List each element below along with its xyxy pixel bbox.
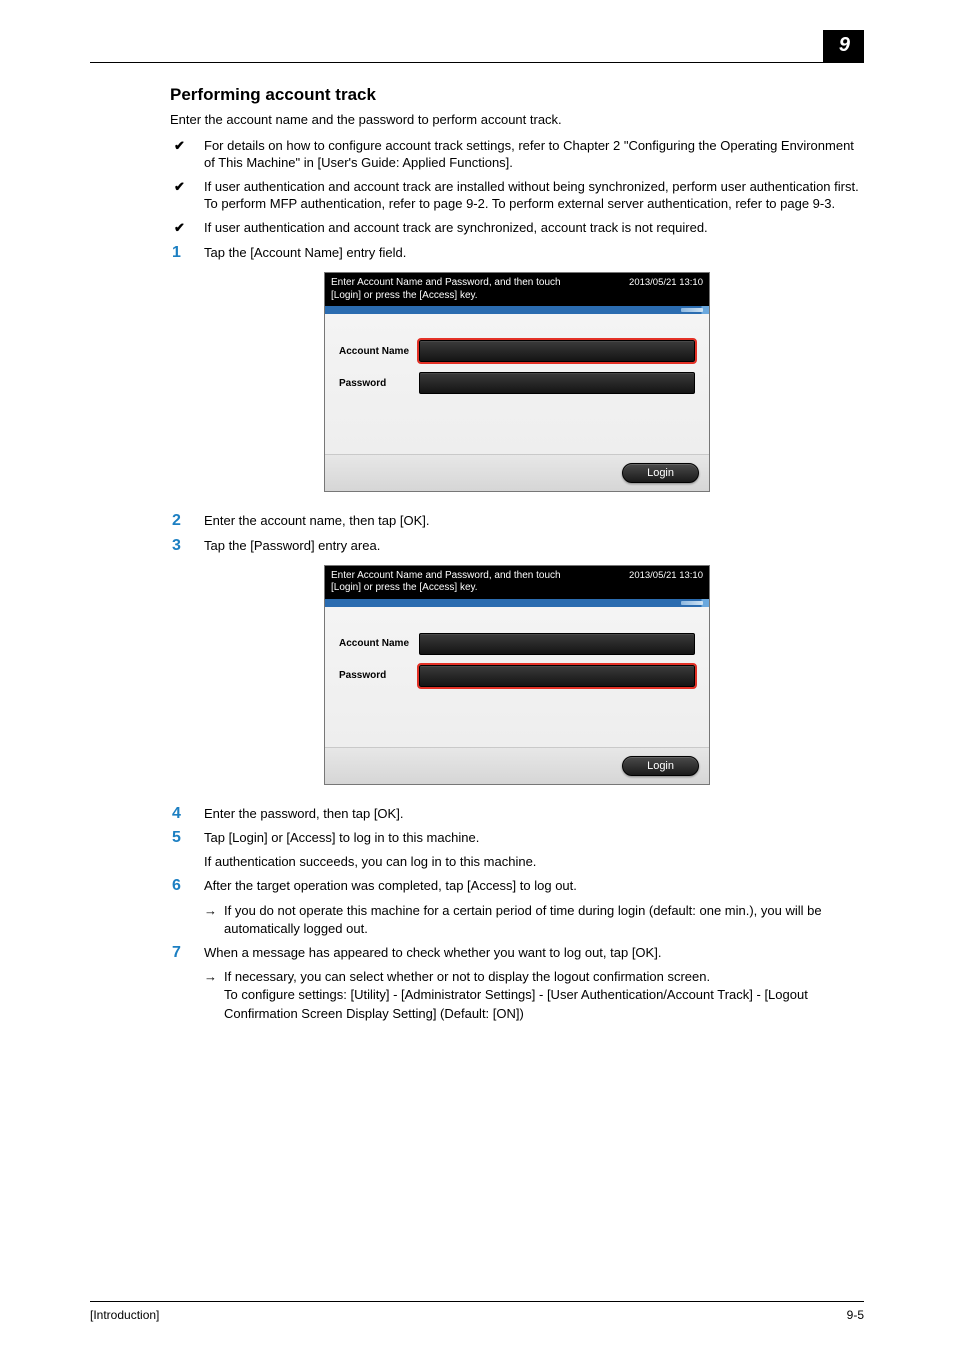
password-input[interactable] [419, 372, 695, 394]
step-sub-text: If necessary, you can select whether or … [224, 968, 864, 1023]
mfp-footer: Login [325, 747, 709, 784]
step-5: 5 Tap [Login] or [Access] to log in to t… [170, 829, 864, 871]
step-text: Tap [Login] or [Access] to log in to thi… [204, 829, 864, 871]
account-name-row: Account Name [339, 633, 695, 655]
step-text: After the target operation was completed… [204, 877, 864, 938]
section-title: Performing account track [170, 85, 864, 105]
account-name-input[interactable] [419, 633, 695, 655]
mfp-instruction: Enter Account Name and Password, and the… [331, 277, 591, 302]
mfp-timestamp: 2013/05/21 13:10 [629, 570, 703, 595]
mfp-panel: Enter Account Name and Password, and the… [324, 565, 710, 785]
step-3: 3 Tap the [Password] entry area. [170, 537, 864, 555]
step-text: Tap the [Account Name] entry field. [204, 244, 864, 262]
account-name-label: Account Name [339, 638, 419, 649]
mfp-header: Enter Account Name and Password, and the… [325, 566, 709, 599]
step-number: 2 [170, 512, 204, 530]
step-number: 3 [170, 537, 204, 555]
password-row: Password [339, 665, 695, 687]
step-2: 2 Enter the account name, then tap [OK]. [170, 512, 864, 530]
top-rule [90, 62, 864, 63]
step-4: 4 Enter the password, then tap [OK]. [170, 805, 864, 823]
step-number: 1 [170, 244, 204, 262]
step-number: 7 [170, 944, 204, 1023]
login-button[interactable]: Login [622, 756, 699, 776]
step-main-text: When a message has appeared to check whe… [204, 944, 864, 962]
step-text: Enter the password, then tap [OK]. [204, 805, 864, 823]
mfp-memory-bar [325, 599, 709, 607]
step-sub-text: If you do not operate this machine for a… [224, 902, 864, 938]
mfp-body: Account Name Password [325, 314, 709, 454]
step-text: Enter the account name, then tap [OK]. [204, 512, 864, 530]
step-text: When a message has appeared to check whe… [204, 944, 864, 1023]
footer-right: 9-5 [847, 1308, 864, 1322]
step-1: 1 Tap the [Account Name] entry field. [170, 244, 864, 262]
screenshot-2: Enter Account Name and Password, and the… [170, 565, 864, 785]
password-label: Password [339, 378, 419, 389]
mfp-header: Enter Account Name and Password, and the… [325, 273, 709, 306]
password-label: Password [339, 670, 419, 681]
mfp-panel: Enter Account Name and Password, and the… [324, 272, 710, 492]
step-7: 7 When a message has appeared to check w… [170, 944, 864, 1023]
note-item: If user authentication and account track… [170, 178, 864, 213]
mfp-body: Account Name Password [325, 607, 709, 747]
step-extra-text: If authentication succeeds, you can log … [204, 853, 864, 871]
step-6: 6 After the target operation was complet… [170, 877, 864, 938]
step-sub: → If necessary, you can select whether o… [204, 968, 864, 1023]
step-number: 6 [170, 877, 204, 938]
chapter-tab: 9 [823, 30, 864, 63]
bottom-rule [90, 1301, 864, 1302]
password-row: Password [339, 372, 695, 394]
mfp-memory-bar [325, 306, 709, 314]
step-number: 5 [170, 829, 204, 871]
login-button[interactable]: Login [622, 463, 699, 483]
page: 9 Performing account track Enter the acc… [0, 0, 954, 1350]
screenshot-1: Enter Account Name and Password, and the… [170, 272, 864, 492]
step-sub: → If you do not operate this machine for… [204, 902, 864, 938]
step-number: 4 [170, 805, 204, 823]
notes-list: For details on how to configure account … [170, 137, 864, 237]
intro-text: Enter the account name and the password … [170, 111, 864, 129]
step-text: Tap the [Password] entry area. [204, 537, 864, 555]
arrow-icon: → [204, 902, 224, 938]
account-name-input[interactable] [419, 340, 695, 362]
account-name-label: Account Name [339, 346, 419, 357]
step-main-text: Tap [Login] or [Access] to log in to thi… [204, 829, 864, 847]
note-item: If user authentication and account track… [170, 219, 864, 237]
mfp-instruction: Enter Account Name and Password, and the… [331, 570, 591, 595]
account-name-row: Account Name [339, 340, 695, 362]
footer-left: [Introduction] [90, 1308, 159, 1322]
note-item: For details on how to configure account … [170, 137, 864, 172]
password-input[interactable] [419, 665, 695, 687]
mfp-timestamp: 2013/05/21 13:10 [629, 277, 703, 302]
content-area: Performing account track Enter the accou… [170, 85, 864, 1023]
arrow-icon: → [204, 968, 224, 1023]
mfp-footer: Login [325, 454, 709, 491]
step-main-text: After the target operation was completed… [204, 877, 864, 895]
